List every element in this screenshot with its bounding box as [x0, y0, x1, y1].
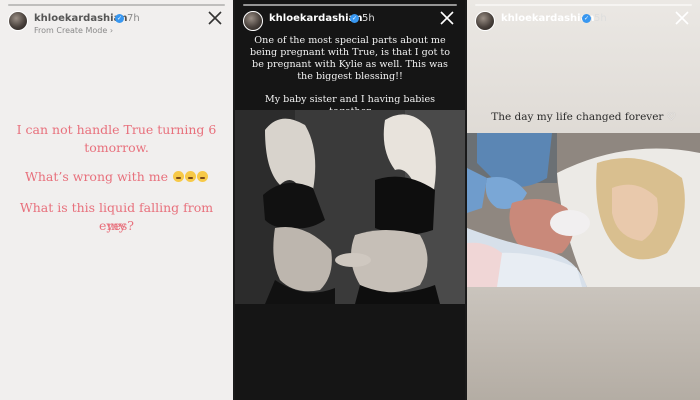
avatar[interactable]	[8, 11, 28, 31]
story-text-line: the biggest blessing!!	[297, 71, 403, 82]
story-caption: The day my life changed forever ♡	[475, 111, 692, 123]
pleading-face-emoji	[172, 171, 184, 182]
story-photo	[467, 133, 700, 287]
story-text-line: My baby sister and I having babies	[264, 94, 436, 105]
close-icon[interactable]	[674, 10, 690, 26]
pleading-face-emoji	[196, 171, 208, 182]
story-progress-bar	[8, 4, 225, 6]
story-panel-3[interactable]: khloekardashian ✓ 5h The day my life cha…	[467, 0, 700, 400]
story-text-line: I can not handle True turning 6	[16, 122, 217, 137]
story-text-line: One of the most special parts about me	[254, 35, 446, 46]
story-panel-1[interactable]: khloekardashian ✓ 7h From Create Mode › …	[0, 0, 233, 400]
story-header: khloekardashian ✓ 5h	[475, 10, 692, 36]
story-header: khloekardashian ✓ 7h From Create Mode ›	[8, 10, 225, 36]
story-text-line: What’s wrong with me	[25, 169, 168, 184]
story-caption-text: The day my life changed forever	[491, 111, 664, 123]
username[interactable]: khloekardashian	[269, 13, 362, 24]
avatar[interactable]	[243, 11, 263, 31]
story-subtitle[interactable]: From Create Mode ›	[34, 26, 113, 35]
story-timestamp: 5h	[594, 13, 607, 24]
verified-badge-icon: ✓	[115, 14, 124, 23]
story-text-line: be pregnant with Kylie as well. This was	[252, 59, 448, 70]
story-progress-bar	[475, 4, 692, 6]
verified-badge-icon: ✓	[350, 14, 359, 23]
story-progress-bar	[243, 4, 457, 6]
pleading-face-emoji	[184, 171, 196, 182]
username[interactable]: khloekardashian	[501, 13, 594, 24]
story-header: khloekardashian ✓ 5h	[243, 10, 457, 36]
story-timestamp: 7h	[127, 13, 140, 24]
story-text-line: being pregnant with True, is that I got …	[249, 47, 451, 58]
close-icon[interactable]	[207, 10, 223, 26]
story-text-line: tomorrow.	[84, 140, 149, 155]
story-text-line-with-emoji: What’s wrong with me	[12, 168, 221, 186]
story-panel-2[interactable]: khloekardashian ✓ 5h One of the most spe…	[235, 0, 465, 400]
story-photo	[235, 110, 465, 304]
verified-badge-icon: ✓	[582, 14, 591, 23]
story-text-line: eyes?	[99, 218, 134, 233]
close-icon[interactable]	[439, 10, 455, 26]
story-timestamp: 5h	[362, 13, 375, 24]
username[interactable]: khloekardashian	[34, 13, 127, 24]
avatar[interactable]	[475, 11, 495, 31]
white-heart-icon: ♡	[666, 112, 676, 123]
